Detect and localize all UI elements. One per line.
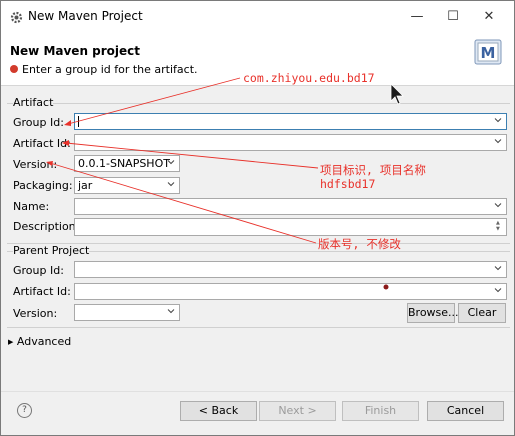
maven-logo-icon: M (474, 39, 502, 65)
advanced-label: Advanced (16, 335, 72, 348)
description-label: Description: (13, 220, 80, 233)
clear-button[interactable]: Clear (458, 303, 506, 323)
version-select[interactable]: 0.0.1-SNAPSHOT (74, 155, 180, 172)
parent-version-select[interactable] (74, 304, 180, 321)
parent-group-id-field[interactable] (74, 261, 507, 278)
maximize-button[interactable]: ☐ (435, 1, 471, 33)
chevron-down-icon[interactable] (494, 137, 502, 145)
help-icon[interactable]: ? (17, 403, 32, 418)
group-id-field[interactable] (74, 113, 507, 130)
name-field[interactable] (74, 198, 507, 215)
packaging-label: Packaging: (13, 179, 73, 192)
error-icon (10, 65, 18, 73)
annotation-artifact-1: 项目标识, 项目名称 (320, 163, 426, 177)
parent-version-label: Version: (13, 307, 58, 320)
annotation-artifact-2: hdfsbd17 (320, 177, 376, 191)
parent-artifact-id-field[interactable] (74, 283, 507, 300)
parent-section-title: Parent Project (13, 244, 90, 257)
minimize-button[interactable]: — (399, 1, 435, 33)
status-message: Enter a group id for the artifact. (22, 63, 198, 76)
chevron-down-icon[interactable] (167, 180, 175, 188)
textarea-scroll-arrows[interactable]: ▲ ▼ (496, 220, 503, 232)
back-button[interactable]: < Back (180, 401, 257, 421)
chevron-down-icon[interactable] (494, 116, 502, 124)
chevron-down-icon[interactable] (167, 158, 175, 166)
chevron-down-icon[interactable] (167, 307, 175, 315)
finish-button[interactable]: Finish (342, 401, 419, 421)
annotation-group-id: com.zhiyou.edu.bd17 (243, 71, 375, 85)
chevron-down-icon[interactable] (494, 286, 502, 294)
cancel-button[interactable]: Cancel (427, 401, 504, 421)
browse-button[interactable]: Browse... (407, 303, 459, 323)
window-title: New Maven Project (28, 9, 143, 23)
parent-artifact-id-label: Artifact Id: (13, 285, 71, 298)
advanced-expander[interactable]: ▶ Advanced (8, 335, 71, 348)
next-button[interactable]: Next > (259, 401, 336, 421)
close-button[interactable]: ✕ (471, 1, 507, 33)
expand-arrow-icon: ▶ (8, 338, 14, 346)
artifact-section-title: Artifact (13, 96, 54, 109)
title-bar: New Maven Project — ☐ ✕ (1, 1, 514, 33)
version-label: Version: (13, 158, 58, 171)
artifact-id-label: Artifact Id: (13, 137, 71, 150)
chevron-down-icon[interactable] (494, 201, 502, 209)
gear-icon (10, 11, 23, 24)
maven-logo-letter: M (481, 44, 496, 62)
footer-divider (1, 391, 514, 392)
maven-wizard-window: New Maven Project — ☐ ✕ New Maven projec… (0, 0, 515, 436)
artifact-id-field[interactable] (74, 134, 507, 151)
chevron-down-icon[interactable] (494, 264, 502, 272)
name-label: Name: (13, 200, 50, 213)
parent-group-id-label: Group Id: (13, 264, 64, 277)
group-id-label: Group Id: (13, 116, 64, 129)
description-textarea[interactable]: ▲ ▼ (74, 218, 507, 236)
annotation-version: 版本号, 不修改 (318, 237, 401, 251)
text-cursor (78, 116, 79, 127)
packaging-select[interactable]: jar (74, 177, 180, 194)
page-title: New Maven project (10, 44, 141, 58)
